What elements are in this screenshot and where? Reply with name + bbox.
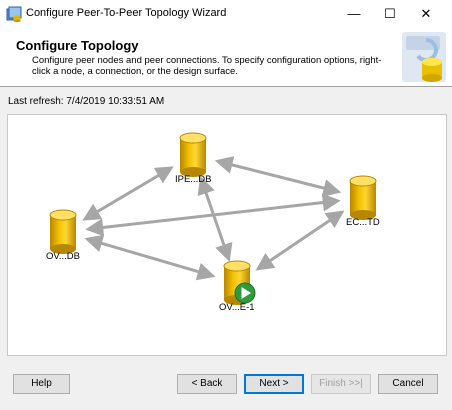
db-node-ipe[interactable] — [179, 132, 207, 177]
db-node-ove[interactable] — [223, 260, 256, 305]
connection-ove-ec[interactable] — [255, 210, 345, 271]
play-icon — [234, 282, 256, 304]
page-description: Configure peer nodes and peer connection… — [32, 55, 382, 77]
db-node-ov[interactable] — [49, 209, 77, 254]
connection-ipe-ove[interactable] — [197, 176, 233, 262]
wizard-header: Configure Topology Configure peer nodes … — [0, 28, 452, 87]
title-bar: Configure Peer-To-Peer Topology Wizard —… — [0, 0, 452, 28]
finish-button[interactable]: Finish >>| — [311, 374, 371, 394]
page-title: Configure Topology — [16, 38, 139, 53]
db-node-label-ov: OV...DB — [46, 251, 80, 262]
wizard-app-icon — [6, 6, 22, 22]
topology-diagram — [49, 132, 377, 305]
connection-ov-ec[interactable] — [85, 193, 341, 237]
last-refresh-label: Last refresh: 7/4/2019 10:33:51 AM — [8, 96, 165, 107]
topology-design-surface[interactable]: IPE...DB EC...TD OV...DB OV...E-1 — [7, 114, 447, 356]
minimize-button[interactable]: — — [336, 0, 372, 28]
close-button[interactable]: ✕ — [408, 0, 444, 28]
db-node-label-ipe: IPE...DB — [175, 174, 212, 185]
back-button[interactable]: < Back — [177, 374, 237, 394]
help-button[interactable]: Help — [13, 374, 70, 394]
db-node-label-ove: OV...E-1 — [219, 302, 255, 313]
connection-ov-ove[interactable] — [84, 234, 216, 281]
next-button[interactable]: Next > — [244, 374, 304, 394]
connection-ipe-ec[interactable] — [214, 156, 342, 197]
window-title: Configure Peer-To-Peer Topology Wizard — [26, 7, 227, 19]
connection-ipe-ov[interactable] — [82, 166, 174, 221]
db-node-label-ec: EC...TD — [346, 217, 380, 228]
db-node-ec[interactable] — [349, 175, 377, 220]
topology-header-graphic — [402, 32, 446, 82]
cancel-button[interactable]: Cancel — [378, 374, 438, 394]
maximize-button[interactable]: ☐ — [372, 0, 408, 28]
